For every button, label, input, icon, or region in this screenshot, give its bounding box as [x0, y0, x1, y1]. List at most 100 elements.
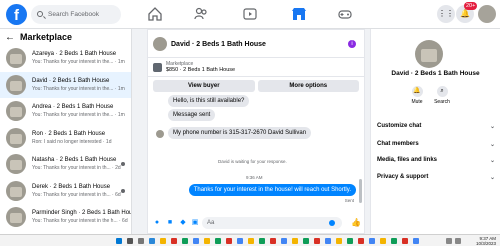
- sender-avatar: [156, 130, 164, 138]
- customize-chat-row[interactable]: Customize chat ⌄: [377, 123, 495, 130]
- avatar: [6, 101, 26, 121]
- conversation-name: David · 2 Beds 1 Bath House: [32, 77, 110, 84]
- avatar[interactable]: [415, 40, 443, 68]
- app-icon[interactable]: [336, 238, 342, 244]
- windows-start-icon[interactable]: [116, 238, 122, 244]
- app-icon[interactable]: [204, 238, 210, 244]
- task-view-icon[interactable]: [138, 238, 144, 244]
- wifi-icon[interactable]: [446, 238, 452, 244]
- conversation-details: David · 2 Beds 1 Bath House 🔔 Mute ⌕ Sea…: [370, 29, 500, 234]
- menu-grid-button[interactable]: ⋮⋮: [437, 5, 455, 23]
- app-icon[interactable]: [402, 238, 408, 244]
- avatar: [6, 180, 26, 201]
- mute-label: Mute: [411, 99, 423, 105]
- app-icon[interactable]: [149, 238, 155, 244]
- system-clock[interactable]: 9:37 AM 10/3/2023: [476, 236, 496, 246]
- chat-header: David · 2 Beds 1 Bath House i: [148, 30, 364, 58]
- message-timestamp: 9:36 AM: [246, 175, 263, 180]
- home-icon[interactable]: [147, 6, 163, 22]
- conversation-item[interactable]: Natasha · 2 Beds 1 Bath House You: Thank…: [0, 151, 131, 178]
- chrome-icon[interactable]: [369, 238, 375, 244]
- facebook-logo[interactable]: f: [6, 4, 27, 25]
- chrome-icon[interactable]: [193, 238, 199, 244]
- conversation-item[interactable]: Parminder Singh · 2 Beds 1 Bath House Yo…: [0, 204, 131, 231]
- emoji-icon[interactable]: [329, 220, 335, 226]
- avatar: [6, 154, 26, 174]
- bell-icon: 🔔: [411, 86, 423, 97]
- app-icon[interactable]: [391, 238, 397, 244]
- search-placeholder: Search Facebook: [48, 11, 99, 18]
- search-label: Search: [434, 99, 450, 105]
- more-options-button[interactable]: More options: [257, 80, 359, 92]
- marketplace-icon[interactable]: [291, 6, 307, 22]
- search-conversation-button[interactable]: ⌕ Search: [432, 86, 452, 105]
- conversation-snippet: You: Thanks for your interest in th... ·…: [32, 165, 121, 171]
- conversation-name: Andrea · 2 Beds 1 Bath House: [32, 104, 114, 110]
- search-icon: [37, 11, 43, 17]
- chat-members-row[interactable]: Chat members ⌄: [377, 141, 495, 148]
- chat-title[interactable]: David · 2 Beds 1 Bath House: [171, 41, 266, 48]
- row-label: Media, files and links: [377, 157, 438, 163]
- clock-date: 10/3/2023: [475, 241, 496, 246]
- avatar: [6, 207, 26, 227]
- app-icon[interactable]: [358, 238, 364, 244]
- file-explorer-icon[interactable]: [160, 238, 166, 244]
- listing-summary[interactable]: Marketplace $850 · 2 Beds 1 Bath House: [148, 58, 364, 77]
- chat-scrollbar[interactable]: [359, 179, 362, 203]
- conversation-snippet: You: Thanks for your interest in the... …: [32, 85, 125, 92]
- sent-status: Sent: [344, 198, 354, 203]
- app-icon[interactable]: [259, 238, 265, 244]
- message-input[interactable]: Aa: [202, 217, 342, 229]
- photo-icon[interactable]: ■: [166, 219, 174, 227]
- app-icon[interactable]: [303, 238, 309, 244]
- like-icon[interactable]: 👍: [351, 219, 361, 227]
- back-arrow-icon[interactable]: ←: [5, 32, 15, 43]
- search-input[interactable]: Search Facebook: [31, 5, 121, 24]
- app-icon[interactable]: [380, 238, 386, 244]
- conversation-item[interactable]: Ron · 2 Beds 1 Bath House Ron: I said no…: [0, 125, 131, 152]
- conversation-name: Azareya · 2 Beds 1 Bath House: [32, 51, 117, 57]
- search-icon[interactable]: [127, 238, 133, 244]
- windows-taskbar: 9:37 AM 10/3/2023: [0, 234, 500, 246]
- conversation-item[interactable]: David · 2 Beds 1 Bath House You: Thanks …: [0, 71, 131, 98]
- app-icon[interactable]: [270, 238, 276, 244]
- waiting-notice: David is waiting for your response.: [218, 159, 287, 164]
- avatar: [6, 74, 26, 95]
- gif-icon[interactable]: ▣: [191, 219, 199, 227]
- message-bubble: My phone number is 315-317-2670 David Su…: [168, 127, 312, 139]
- conversation-item[interactable]: Derek · 2 Beds 1 Bath House You: Thanks …: [0, 178, 131, 205]
- app-icon[interactable]: [215, 238, 221, 244]
- sticker-icon[interactable]: ◆: [179, 219, 187, 227]
- privacy-support-row[interactable]: Privacy & support ⌄: [377, 174, 495, 181]
- chrome-icon[interactable]: [325, 238, 331, 244]
- conversation-item[interactable]: Azareya · 2 Beds 1 Bath House You: Thank…: [0, 45, 131, 72]
- microphone-icon[interactable]: ●: [153, 219, 161, 227]
- app-icon[interactable]: [182, 238, 188, 244]
- mute-button[interactable]: 🔔 Mute: [407, 86, 427, 105]
- profile-avatar[interactable]: [478, 5, 496, 23]
- chrome-icon[interactable]: [281, 238, 287, 244]
- volume-icon[interactable]: [455, 238, 461, 244]
- message-placeholder: Aa: [207, 220, 215, 226]
- listing-label: Marketplace: [166, 61, 194, 67]
- app-icon[interactable]: [248, 238, 254, 244]
- media-files-links-row[interactable]: Media, files and links ⌄: [377, 157, 495, 164]
- avatar[interactable]: [153, 37, 167, 51]
- app-icon[interactable]: [314, 238, 320, 244]
- gaming-icon[interactable]: [337, 6, 353, 22]
- chevron-down-icon: ⌄: [489, 175, 495, 181]
- app-icon[interactable]: [226, 238, 232, 244]
- watch-icon[interactable]: [242, 6, 258, 22]
- chrome-icon[interactable]: [237, 238, 243, 244]
- chevron-down-icon: ⌄: [489, 158, 495, 164]
- conversation-item[interactable]: Andrea · 2 Beds 1 Bath House You: Thanks…: [0, 98, 131, 125]
- friends-icon[interactable]: [193, 6, 209, 22]
- view-buyer-button[interactable]: View buyer: [153, 80, 255, 92]
- notification-badge: 20+: [464, 2, 478, 10]
- info-icon[interactable]: i: [348, 40, 356, 48]
- app-icon[interactable]: [171, 238, 177, 244]
- app-icon[interactable]: [347, 238, 353, 244]
- app-icon[interactable]: [292, 238, 298, 244]
- chrome-icon[interactable]: [413, 238, 419, 244]
- chevron-down-icon: ⌄: [489, 124, 495, 130]
